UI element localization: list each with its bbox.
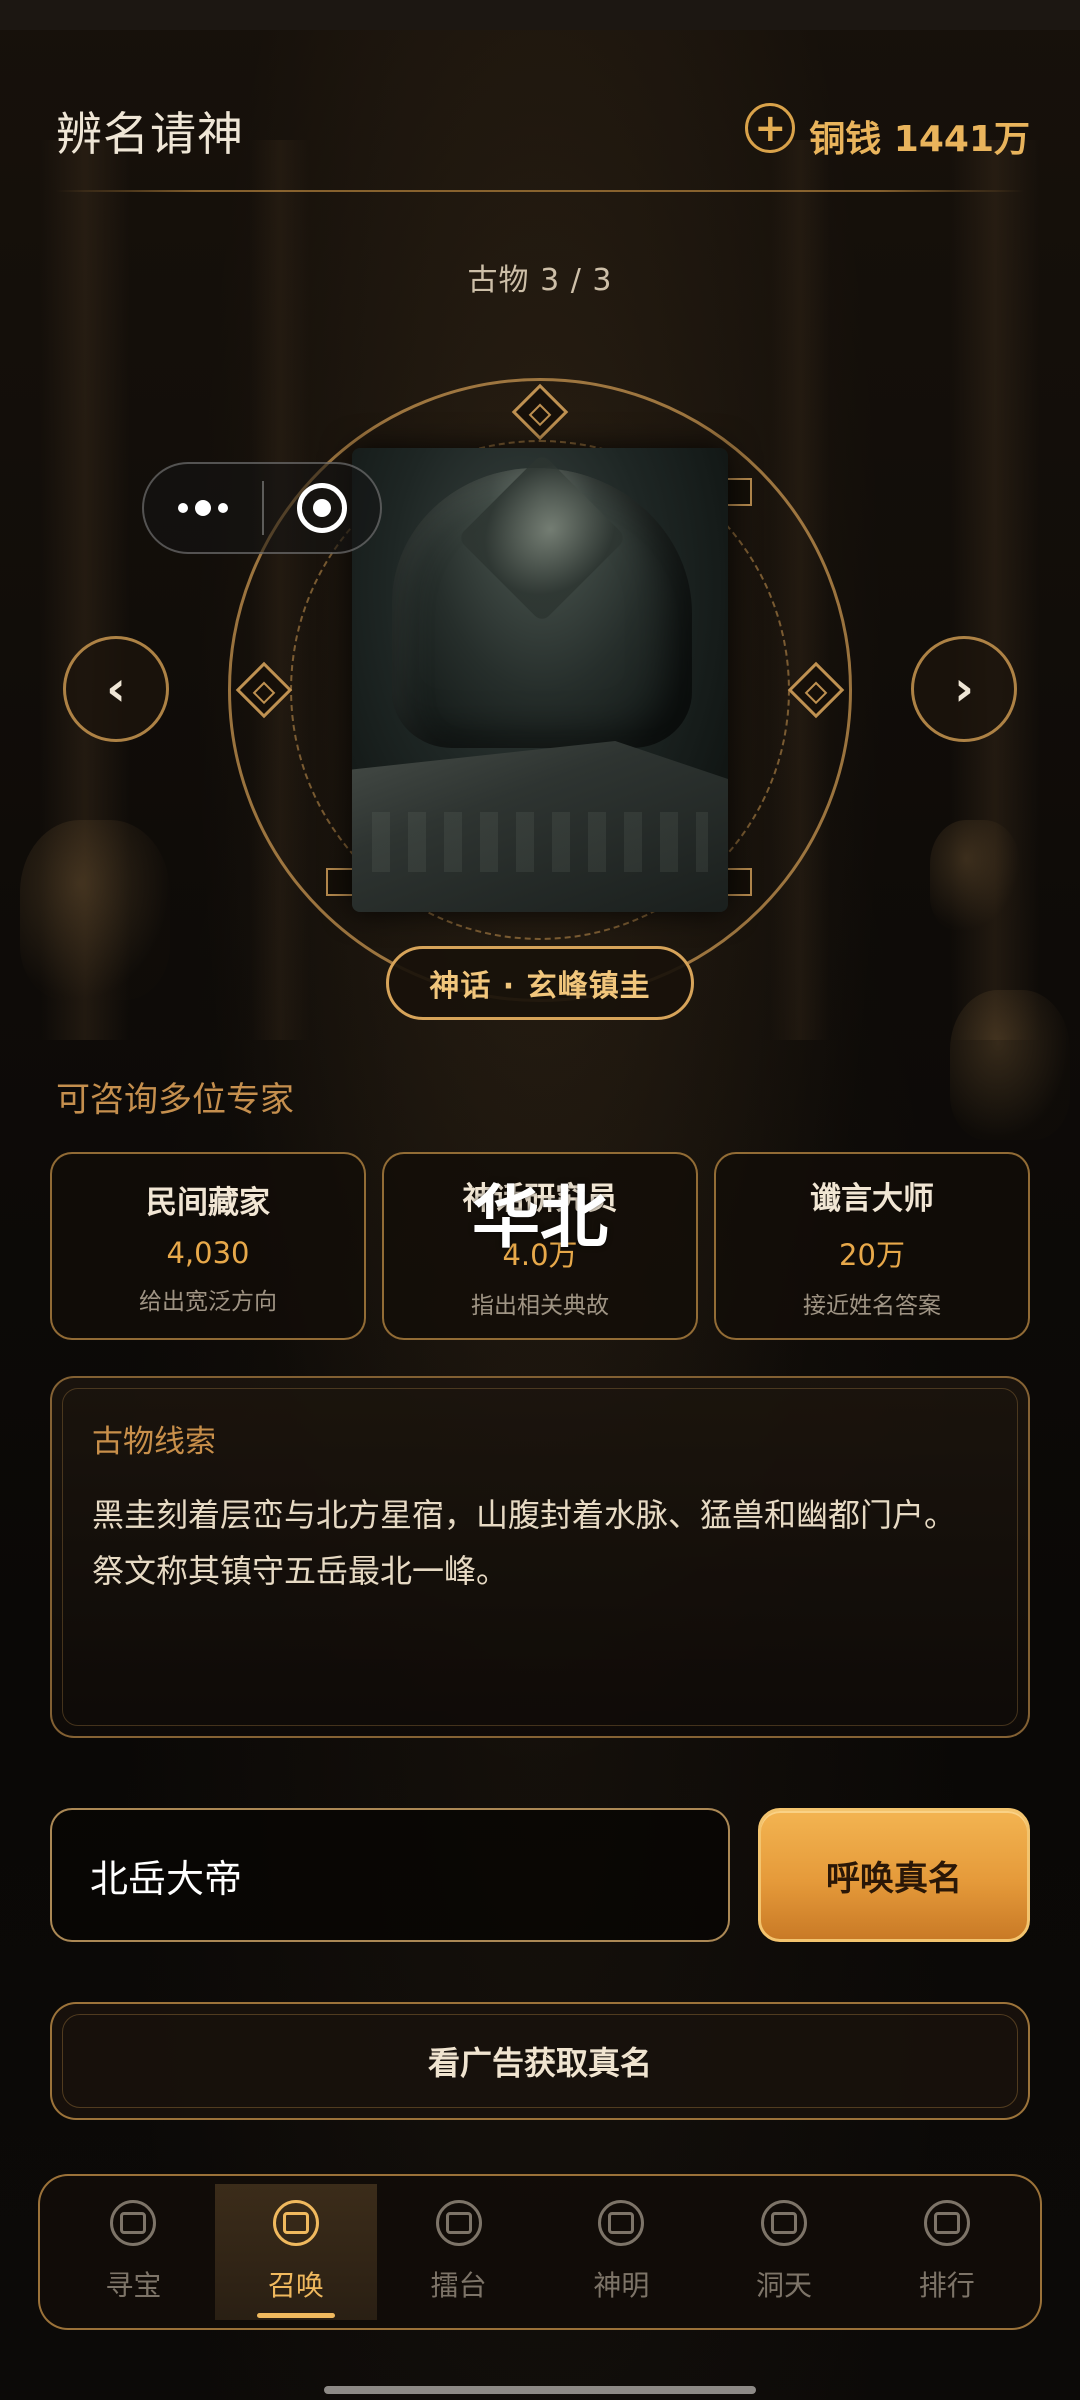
tab-label: 召唤	[268, 2269, 325, 2302]
expert-card-folk-collector[interactable]: 民间藏家 4,030 给出宽泛方向	[50, 1152, 366, 1340]
jade-seal-image	[352, 448, 728, 912]
frame-corner	[724, 478, 752, 506]
tab-grotto[interactable]: 洞天	[703, 2184, 866, 2320]
currency-display: + 铜钱 1441万	[745, 103, 1030, 162]
clue-line: 黑圭刻着层峦与北方星宿，山腹封着水脉、猛兽和幽都门户。	[92, 1496, 957, 1534]
grotto-icon	[761, 2200, 808, 2246]
artifact-name-badge: 神话 · 玄峰镇圭	[386, 946, 694, 1020]
frame-corner	[724, 868, 752, 896]
currency-label: 铜钱 1441万	[809, 119, 1030, 160]
tab-deity[interactable]: 神明	[540, 2184, 703, 2320]
expert-desc: 给出宽泛方向	[139, 1288, 277, 1315]
expert-desc: 指出相关典故	[471, 1292, 609, 1319]
home-indicator[interactable]	[324, 2386, 756, 2394]
expert-desc: 接近姓名答案	[803, 1292, 941, 1319]
clue-title: 古物线索	[92, 1424, 216, 1460]
more-icon[interactable]	[144, 464, 262, 552]
tab-label: 排行	[918, 2269, 975, 2302]
bg-vase	[930, 820, 1020, 930]
ranking-icon	[923, 2200, 970, 2246]
plus-circle-icon[interactable]: +	[745, 103, 796, 153]
tab-arena[interactable]: 擂台	[377, 2184, 540, 2320]
app-screen: 辨名请神 + 铜钱 1441万 古物 3 / 3 ‹ › 神话 · 玄峰镇圭 可…	[0, 0, 1080, 2400]
tab-label: 寻宝	[105, 2269, 162, 2302]
arena-icon	[435, 2200, 482, 2246]
tab-ranking[interactable]: 排行	[865, 2184, 1028, 2320]
close-target-icon[interactable]	[264, 464, 380, 552]
expert-name: 谶言大师	[810, 1180, 934, 1217]
expert-name: 神话研究员	[462, 1180, 618, 1217]
treasure-icon	[110, 2200, 157, 2246]
tab-label: 神明	[593, 2269, 650, 2302]
clue-line: 祭文称其镇守五岳最北一峰。	[92, 1552, 509, 1590]
summon-icon	[273, 2200, 319, 2246]
artifact-counter: 古物 3 / 3	[467, 263, 613, 298]
seal-carving	[392, 468, 692, 748]
page-title: 辨名请神	[56, 107, 244, 161]
expert-price: 4,030	[166, 1235, 250, 1270]
status-bar	[0, 0, 1080, 30]
experts-section-label: 可咨询多位专家	[56, 1080, 294, 1120]
next-artifact-button[interactable]: ›	[911, 636, 1017, 742]
watch-ad-label: 看广告获取真名	[427, 2044, 652, 2082]
header-divider	[56, 190, 1024, 192]
bg-vase	[950, 990, 1070, 1140]
expert-list: 民间藏家 4,030 给出宽泛方向 神话研究员 4.0万 指出相关典故 华北 谶…	[50, 1152, 1030, 1340]
name-answer-input[interactable]	[50, 1808, 730, 1942]
expert-price: 4.0万	[502, 1237, 578, 1272]
bg-vase	[20, 820, 170, 1000]
tab-treasure[interactable]: 寻宝	[52, 2184, 215, 2320]
expert-name: 民间藏家	[146, 1184, 270, 1221]
clue-text: 黑圭刻着层峦与北方星宿，山腹封着水脉、猛兽和幽都门户。 祭文称其镇守五岳最北一峰…	[92, 1487, 988, 1599]
prev-artifact-button[interactable]: ‹	[63, 636, 169, 742]
tab-label: 擂台	[430, 2269, 487, 2302]
expert-card-prophecy-master[interactable]: 谶言大师 20万 接近姓名答案	[714, 1152, 1030, 1340]
expert-price: 20万	[839, 1237, 905, 1272]
bottom-nav: 寻宝 召唤 擂台 神明 洞天 排行	[38, 2174, 1042, 2330]
miniprogram-capsule	[142, 462, 382, 554]
clue-panel: 古物线索 黑圭刻着层峦与北方星宿，山腹封着水脉、猛兽和幽都门户。 祭文称其镇守五…	[50, 1376, 1030, 1738]
tab-summon[interactable]: 召唤	[214, 2184, 378, 2320]
frame-corner	[326, 868, 354, 896]
seal-base	[352, 741, 728, 912]
watch-ad-button[interactable]: 看广告获取真名	[50, 2002, 1030, 2120]
deity-icon	[598, 2200, 645, 2246]
summon-button[interactable]: 呼唤真名	[758, 1808, 1030, 1942]
expert-card-myth-researcher[interactable]: 神话研究员 4.0万 指出相关典故 华北	[382, 1152, 698, 1340]
tab-label: 洞天	[756, 2269, 813, 2302]
